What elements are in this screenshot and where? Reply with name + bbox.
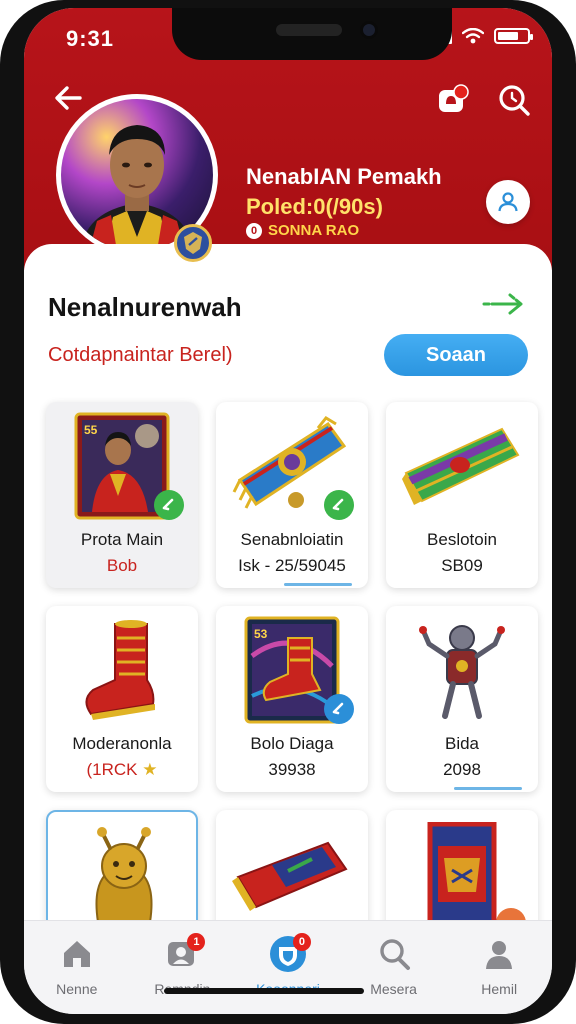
item-name: Senabnloiatin [240,530,344,549]
user-icon [498,192,518,212]
item-card[interactable]: Moderanonla (1RCK ★ [46,606,198,792]
item-name: Moderanonla [72,734,172,753]
phone-frame: 9:31 NenabIAN Pemakh Poled:0(/90s) 0 SON… [0,0,576,1024]
svg-text:55: 55 [84,423,98,437]
search-icon [375,935,413,973]
notification-badge: 1 [187,933,206,951]
scan-button[interactable]: Soaan [384,334,528,376]
owned-check-icon [154,490,184,520]
svg-text:53: 53 [254,627,268,641]
wristband-icon [386,410,538,522]
item-name: Beslotoin [427,530,497,549]
app-screen: 9:31 NenabIAN Pemakh Poled:0(/90s) 0 SON… [24,8,552,1014]
notification-badge: 0 [292,933,311,951]
reminder-icon: 1 [163,933,206,973]
owned-check-icon [324,694,354,724]
profile-id: SONNA RAO [268,222,360,239]
back-arrow-icon[interactable] [50,80,86,116]
profile-points: Poled:0(/90s) [246,194,383,219]
front-camera [360,21,378,39]
nav-item-profile[interactable]: Hemil [446,921,552,1014]
star-icon: ★ [137,760,158,779]
device-notch [172,8,452,60]
item-card[interactable]: Senabnloiatin Isk - 25/59045 [216,402,368,588]
item-card[interactable]: Bida 2098 [386,606,538,792]
golden-mascot-icon [48,820,196,932]
item-card[interactable]: Beslotoin SB09 [386,402,538,588]
profile-icon [480,935,518,973]
nav-label: Nenne [56,981,98,997]
club-badge-icon [174,224,212,262]
item-name: Bida [444,734,480,753]
item-name: Bolo Diaga [250,734,334,753]
folded-scarf-icon [216,818,368,930]
profile-id-row: 0 SONNA RAO [246,222,359,239]
nav-item-search[interactable]: Mesera [341,921,447,1014]
selection-indicator [454,787,522,790]
boot-icon [46,614,198,726]
section-subtitle: Cotdapnaintar Berel) [48,344,233,366]
nav-item-home[interactable]: Nenne [24,921,130,1014]
shield-icon: 0 [269,933,311,973]
home-icon [58,935,96,973]
see-all-arrow-icon[interactable] [482,292,526,316]
item-price: Bob [106,556,138,575]
battery-icon [494,28,533,44]
wifi-icon [462,28,484,44]
profile-name: NenabIAN Pemakh [246,164,442,189]
search-icon[interactable] [496,82,532,118]
nav-item-shield[interactable]: 0Keoonneri [235,921,341,1014]
speaker-grille [276,24,342,36]
item-price: 2098 [443,760,481,779]
id-icon: 0 [246,222,262,239]
item-price: Isk - 25/59045 [238,556,346,575]
item-card[interactable]: 55 Prota Main Bob [46,402,198,588]
bottom-navigation: Nenne 1Remndin0Keoonneri Mesera Hemil [24,920,552,1014]
nav-label: Hemil [481,981,518,997]
owned-check-icon [324,490,354,520]
profile-button[interactable] [486,180,530,224]
item-card[interactable]: 53 Bolo Diaga 39938 [216,606,368,792]
notification-bell-icon[interactable] [436,84,470,118]
status-time: 9:31 [66,26,115,51]
collection-panel: Nenalnurenwah Cotdapnaintar Berel) Soaan… [24,244,552,996]
nav-item-reminder[interactable]: 1Remndin [130,921,236,1014]
item-price: 39938 [268,760,316,779]
nav-label: Mesera [370,981,417,997]
section-title: Nenalnurenwah [48,292,242,322]
home-indicator [164,988,364,994]
item-price: SB09 [441,556,483,575]
robot-figure-icon [386,614,538,726]
selection-indicator [284,583,352,586]
item-price: (1RCK ★ [86,760,158,779]
item-name: Prota Main [80,530,164,549]
